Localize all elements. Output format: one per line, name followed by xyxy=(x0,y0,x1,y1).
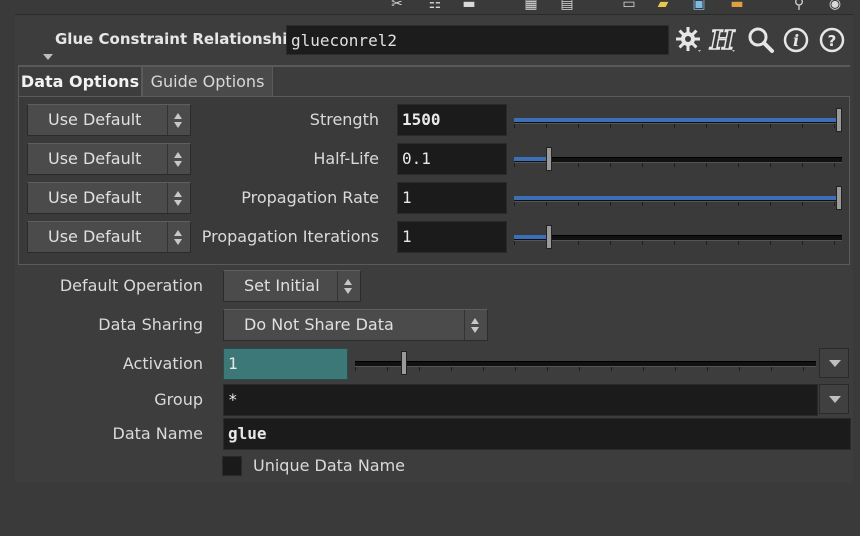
propagation-iterations-row: Use Default Propagation Iterations 1 xyxy=(19,221,849,257)
parameter-panel: Glue Constraint Relationship glueconrel2… xyxy=(15,14,853,483)
svg-text:H: H xyxy=(709,26,736,55)
half-life-field[interactable]: 0.1 xyxy=(397,143,507,175)
default-operation-label: Default Operation xyxy=(59,276,203,295)
propagation-iterations-mode-dropdown[interactable]: Use Default xyxy=(27,221,191,253)
svg-text:?: ? xyxy=(828,32,837,50)
dropdown-arrows-icon xyxy=(167,144,190,174)
node-header: Glue Constraint Relationship glueconrel2… xyxy=(15,23,853,67)
folder-icon[interactable]: ▬ xyxy=(726,0,748,12)
node-name-field[interactable]: glueconrel2 xyxy=(286,25,669,55)
note-icon[interactable]: ▰ xyxy=(652,0,674,12)
strength-field[interactable]: 1500 xyxy=(397,104,507,136)
propagation-iterations-slider[interactable] xyxy=(514,225,842,249)
data-name-label: Data Name xyxy=(112,424,204,443)
slider-handle[interactable] xyxy=(546,147,552,171)
half-life-mode-dropdown[interactable]: Use Default xyxy=(27,143,191,175)
dropdown-arrows-icon xyxy=(167,105,190,135)
slider-handle[interactable] xyxy=(836,108,842,132)
node-type-title: Glue Constraint Relationship xyxy=(55,30,299,48)
propagation-rate-row: Use Default Propagation Rate 1 xyxy=(19,182,849,218)
propagation-rate-field[interactable]: 1 xyxy=(397,182,507,214)
add-image-icon[interactable]: ▣ xyxy=(688,0,710,12)
table-icon[interactable]: ▤ xyxy=(556,0,578,12)
info-icon[interactable]: i xyxy=(781,25,813,55)
list-icon[interactable]: ▬ xyxy=(458,0,480,12)
dropdown-value: Use Default xyxy=(48,110,142,129)
tab-guide-options[interactable]: Guide Options xyxy=(142,66,273,96)
svg-text:i: i xyxy=(793,31,799,50)
unique-data-name-label: Unique Data Name xyxy=(253,456,406,475)
dropdown-arrows-icon xyxy=(167,183,190,213)
search-icon[interactable]: ⚲ xyxy=(788,0,810,12)
dropdown-value: Use Default xyxy=(48,227,142,246)
gear-icon[interactable] xyxy=(673,25,705,55)
strength-row: Use Default Strength 1500 xyxy=(19,104,849,140)
group-label: Group xyxy=(154,390,203,409)
tools-icon[interactable]: ✂ xyxy=(386,0,408,12)
dropdown-value: Use Default xyxy=(48,149,142,168)
window-icon[interactable]: ▭ xyxy=(618,0,640,12)
data-name-field[interactable]: glue xyxy=(223,418,851,450)
group-menu-button[interactable] xyxy=(819,384,849,414)
activation-slider[interactable] xyxy=(355,351,816,375)
strength-mode-dropdown[interactable]: Use Default xyxy=(27,104,191,136)
activation-field[interactable]: 1 xyxy=(223,348,348,380)
half-life-slider[interactable] xyxy=(514,147,842,171)
slider-handle[interactable] xyxy=(401,351,407,375)
half-life-row: Use Default Half-Life 0.1 xyxy=(19,143,849,179)
default-operation-dropdown[interactable]: Set Initial xyxy=(223,270,361,302)
propagation-rate-mode-dropdown[interactable]: Use Default xyxy=(27,182,191,214)
dropdown-arrows-icon xyxy=(337,271,360,301)
dropdown-value: Use Default xyxy=(48,188,142,207)
activation-label: Activation xyxy=(122,354,203,373)
data-sharing-dropdown[interactable]: Do Not Share Data xyxy=(223,309,488,341)
search-icon[interactable] xyxy=(745,25,777,55)
tab-data-options[interactable]: Data Options xyxy=(18,66,142,96)
grid-icon[interactable]: ▦ xyxy=(520,0,542,12)
slider-handle[interactable] xyxy=(836,186,842,210)
data-sharing-label: Data Sharing xyxy=(98,315,203,334)
dropdown-arrows-icon xyxy=(464,310,487,340)
dropdown-value: Set Initial xyxy=(244,276,320,295)
strength-label: Strength xyxy=(309,110,379,129)
collapse-arrow-icon[interactable] xyxy=(43,54,53,60)
activation-menu-button[interactable] xyxy=(819,348,849,378)
propagation-rate-slider[interactable] xyxy=(514,186,842,210)
propagation-rate-label: Propagation Rate xyxy=(241,188,379,207)
help-icon[interactable]: ? xyxy=(817,25,849,55)
propagation-iterations-field[interactable]: 1 xyxy=(397,221,507,253)
unique-data-name-checkbox[interactable] xyxy=(222,456,242,476)
top-toolbar: ✂ ☷ ▬ ▦ ▤ ▭ ▰ ▣ ▬ ⚲ ◉ xyxy=(0,0,860,14)
data-options-panel: Use Default Strength 1500 Use Default Ha… xyxy=(18,96,850,265)
strength-slider[interactable] xyxy=(514,108,842,132)
propagation-iterations-label: Propagation Iterations xyxy=(201,227,379,246)
houdini-help-icon[interactable]: H xyxy=(707,25,739,57)
tree-icon[interactable]: ☷ xyxy=(424,0,446,12)
slider-handle[interactable] xyxy=(546,225,552,249)
group-field[interactable]: * xyxy=(223,384,818,416)
dropdown-arrows-icon xyxy=(167,222,190,252)
dropdown-value: Do Not Share Data xyxy=(244,315,394,334)
camera-icon[interactable]: ◉ xyxy=(824,0,846,12)
half-life-label: Half-Life xyxy=(313,149,379,168)
